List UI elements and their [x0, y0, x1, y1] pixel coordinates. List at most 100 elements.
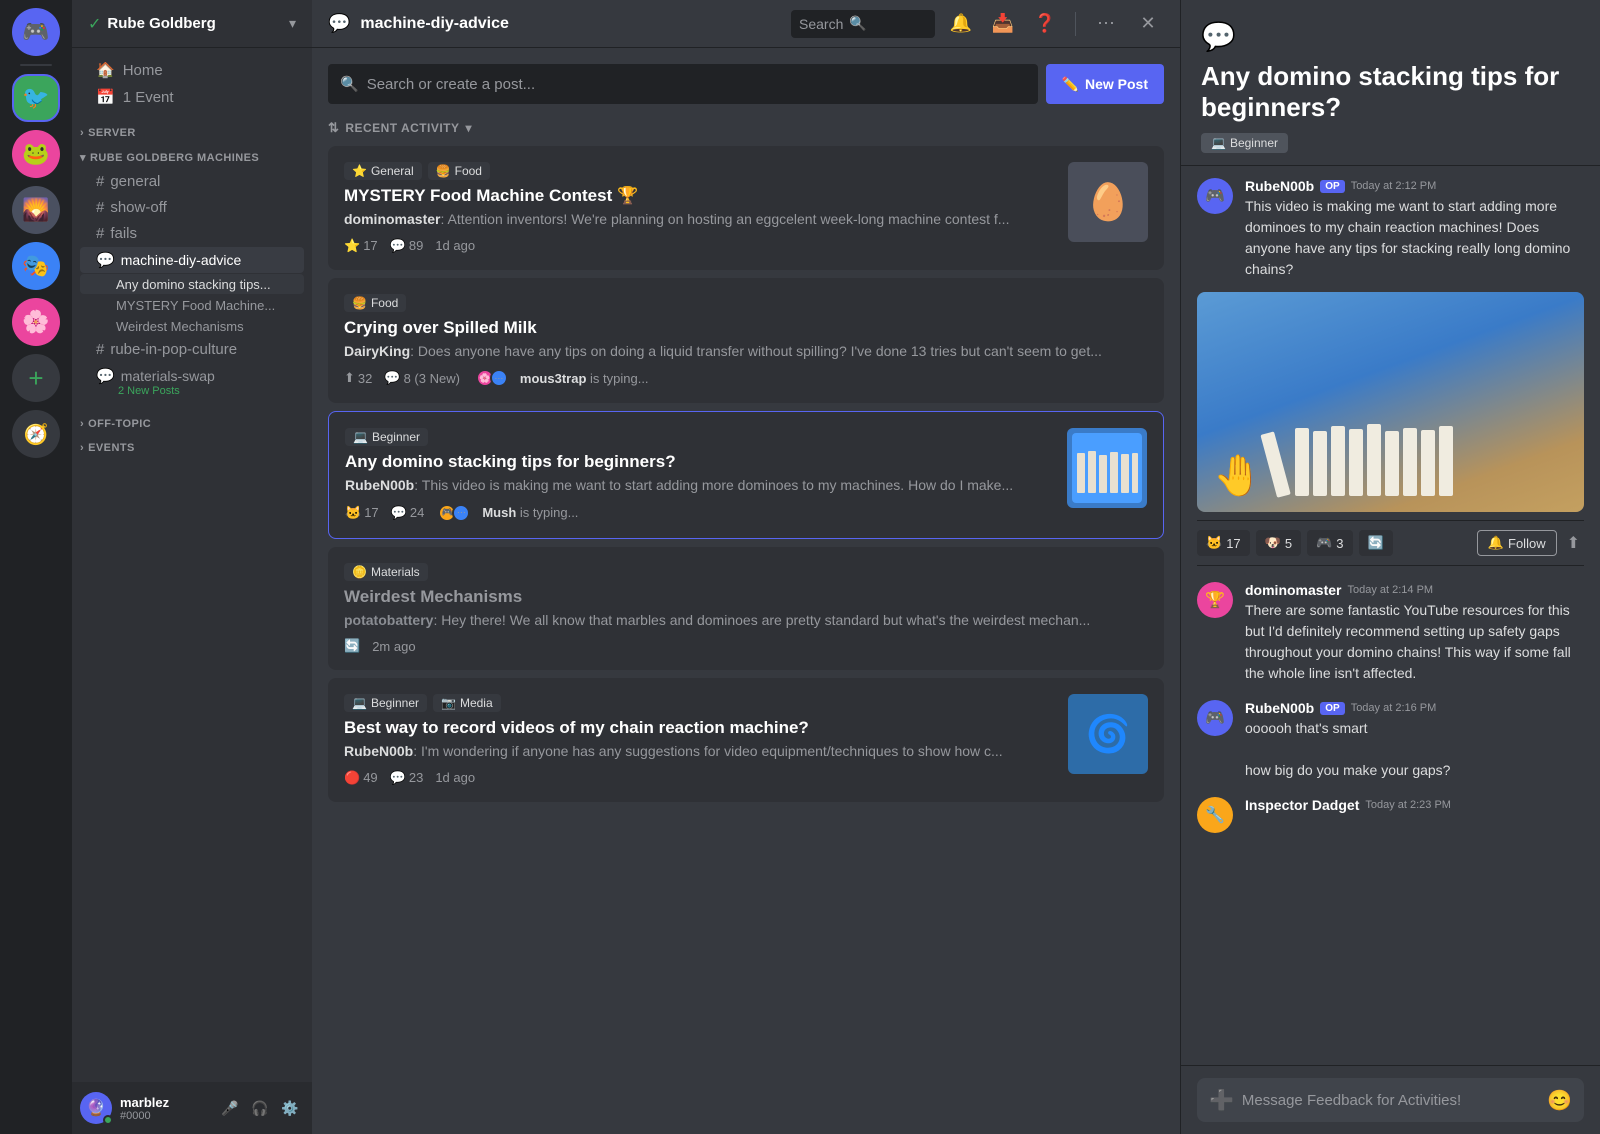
server-icon-2[interactable]: 🐸 [12, 130, 60, 178]
sidebar-item-machine-diy[interactable]: 💬 machine-diy-advice [80, 247, 304, 273]
add-attachment-icon[interactable]: ➕ [1209, 1088, 1234, 1113]
server-icon-discover[interactable]: 🧭 [12, 410, 60, 458]
sidebar-item-materials-swap[interactable]: 💬 materials-swap 2 New Posts [80, 363, 304, 401]
user-area: 🔮 marblez #0000 🎤 🎧 ⚙️ [72, 1082, 312, 1134]
server-header[interactable]: ✓ Rube Goldberg ▾ [72, 0, 312, 48]
msg4-author: Inspector Dadget [1245, 797, 1359, 813]
follow-label: Follow [1508, 536, 1546, 551]
user-info: marblez #0000 [120, 1095, 208, 1122]
mic-button[interactable]: 🎤 [216, 1094, 244, 1122]
hash-icon-4: # [96, 341, 104, 358]
close-button[interactable]: ✕ [1132, 8, 1164, 40]
tag-beginner-2[interactable]: 💻Beginner [344, 694, 427, 712]
search-bar[interactable]: Search 🔍 [791, 10, 935, 38]
sidebar-item-show-off[interactable]: # show-off [80, 195, 304, 220]
sidebar-item-fails[interactable]: # fails [80, 221, 304, 246]
materials-badge: 2 New Posts [96, 385, 296, 397]
headphone-button[interactable]: 🎧 [246, 1094, 274, 1122]
server-icon-1[interactable]: 🐦 [12, 74, 60, 122]
reaction-cat[interactable]: 🐱 17 [1197, 530, 1250, 556]
sidebar-item-general[interactable]: # general [80, 169, 304, 194]
message-item-4: 🔧 Inspector Dadget Today at 2:23 PM [1197, 789, 1584, 837]
tag-food[interactable]: 🍔Food [428, 162, 490, 180]
more-options-button[interactable]: ⋯ [1090, 8, 1122, 40]
post-4-title: Weirdest Mechanisms [344, 587, 1148, 607]
reaction-refresh[interactable]: 🔄 [1359, 530, 1393, 556]
category-rgm-label: RUBE GOLDBERG MACHINES [90, 152, 259, 164]
sidebar-item-pop-culture[interactable]: # rube-in-pop-culture [80, 337, 304, 362]
sidebar-home-label: Home [123, 62, 163, 79]
sub-channel-weirdest[interactable]: Weirdest Mechanisms [80, 316, 304, 336]
post-5-time: 1d ago [435, 770, 475, 785]
msg2-body: dominomaster Today at 2:14 PM There are … [1245, 582, 1584, 684]
bubble-icon: 💬 [96, 251, 115, 269]
post-1-preview: dominomaster: Attention inventors! We're… [344, 210, 1056, 230]
tag-materials[interactable]: 🪙Materials [344, 563, 428, 581]
input-placeholder: Message Feedback for Activities! [1242, 1092, 1539, 1109]
reaction-dog[interactable]: 🐶 5 [1256, 530, 1301, 556]
sub-channel-mystery[interactable]: MYSTERY Food Machine... [80, 295, 304, 315]
msg2-author: dominomaster [1245, 582, 1341, 598]
post-5-title: Best way to record videos of my chain re… [344, 718, 1056, 738]
channel-type-icon: 💬 [328, 13, 350, 34]
right-panel-icon: 💬 [1201, 20, 1580, 53]
help-button[interactable]: ❓ [1029, 8, 1061, 40]
server-icon-add[interactable]: + [12, 354, 60, 402]
post-item-1[interactable]: ⭐General 🍔Food MYSTERY Food Machine Cont… [328, 146, 1164, 270]
tag-food-2[interactable]: 🍔Food [344, 294, 406, 312]
forum-search-area: 🔍 Search or create a post... ✏️ New Post [328, 64, 1164, 104]
post-3-author: RubeN00b [345, 477, 414, 493]
main-content: 💬 machine-diy-advice Search 🔍 🔔 📥 ❓ ⋯ ✕ … [312, 0, 1180, 1134]
recent-activity-header[interactable]: ⇅ RECENT ACTIVITY ▾ [328, 116, 1164, 146]
msg1-author: RubeN00b [1245, 178, 1314, 194]
post-item-2[interactable]: 🍔Food Crying over Spilled Milk DairyKing… [328, 278, 1164, 404]
msg1-avatar: 🎮 [1197, 178, 1233, 214]
tag-beginner[interactable]: 💻Beginner [345, 428, 428, 446]
category-rgm[interactable]: ▾ RUBE GOLDBERG MACHINES [72, 143, 312, 168]
post-1-stars: ⭐ 17 [344, 238, 378, 254]
sidebar-item-events[interactable]: 📅 1 Event [80, 84, 304, 110]
tag-general[interactable]: ⭐General [344, 162, 422, 180]
category-off-topic[interactable]: › OFF-TOPIC [72, 402, 312, 434]
msg3-time: Today at 2:16 PM [1351, 702, 1437, 714]
reaction-game[interactable]: 🎮 3 [1307, 530, 1352, 556]
server-icon-4[interactable]: 🎭 [12, 242, 60, 290]
post-3-title: Any domino stacking tips for beginners? [345, 452, 1055, 472]
server-icon-5[interactable]: 🌸 [12, 298, 60, 346]
sub-channel-domino[interactable]: Any domino stacking tips... [80, 274, 304, 294]
notifications-button[interactable]: 🔔 [945, 8, 977, 40]
sidebar-item-home[interactable]: 🏠 Home [80, 57, 304, 83]
forum-search-input[interactable]: 🔍 Search or create a post... [328, 64, 1038, 104]
post-3-thumbnail [1067, 428, 1147, 508]
message-input-area: ➕ Message Feedback for Activities! 😊 [1181, 1065, 1600, 1134]
new-post-button[interactable]: ✏️ New Post [1046, 64, 1164, 104]
message-input[interactable]: ➕ Message Feedback for Activities! 😊 [1197, 1078, 1584, 1122]
sidebar-events-label: 1 Event [123, 89, 174, 106]
emoji-icon[interactable]: 😊 [1547, 1088, 1572, 1113]
server-verified-icon: ✓ [88, 14, 101, 34]
message-item-1: 🎮 RubeN00b OP Today at 2:12 PM This vide… [1197, 166, 1584, 284]
server-icon-3[interactable]: 🌄 [12, 186, 60, 234]
post-item-5[interactable]: 💻Beginner 📷Media Best way to record vide… [328, 678, 1164, 802]
follow-button[interactable]: 🔔 Follow [1477, 530, 1557, 556]
post-1-tags: ⭐General 🍔Food [344, 162, 1056, 180]
post-5-content: 💻Beginner 📷Media Best way to record vide… [344, 694, 1056, 786]
post-4-meta: 🔄 2m ago [344, 638, 1148, 654]
post-item-3[interactable]: 💻Beginner Any domino stacking tips for b… [328, 411, 1164, 539]
post-item-4[interactable]: 🪙Materials Weirdest Mechanisms potatobat… [328, 547, 1164, 671]
inbox-button[interactable]: 📥 [987, 8, 1019, 40]
channel-list: 🏠 Home 📅 1 Event › SERVER ▾ RUBE GOLDBER… [72, 48, 312, 1082]
right-panel-title: Any domino stacking tips for beginners? [1201, 61, 1580, 123]
server-icon-discord[interactable]: 🎮 [12, 8, 60, 56]
category-events[interactable]: › EVENTS [72, 434, 312, 458]
divider [20, 64, 52, 66]
category-server[interactable]: › SERVER [72, 111, 312, 143]
user-discriminator: #0000 [120, 1110, 208, 1122]
msg3-text: oooooh that's smarthow big do you make y… [1245, 718, 1584, 781]
tag-media[interactable]: 📷Media [433, 694, 501, 712]
share-button[interactable]: ⬆ [1563, 529, 1584, 557]
recent-activity-label: RECENT ACTIVITY [345, 121, 459, 135]
post-5-tags: 💻Beginner 📷Media [344, 694, 1056, 712]
settings-button[interactable]: ⚙️ [276, 1094, 304, 1122]
search-text: Search [799, 16, 843, 32]
